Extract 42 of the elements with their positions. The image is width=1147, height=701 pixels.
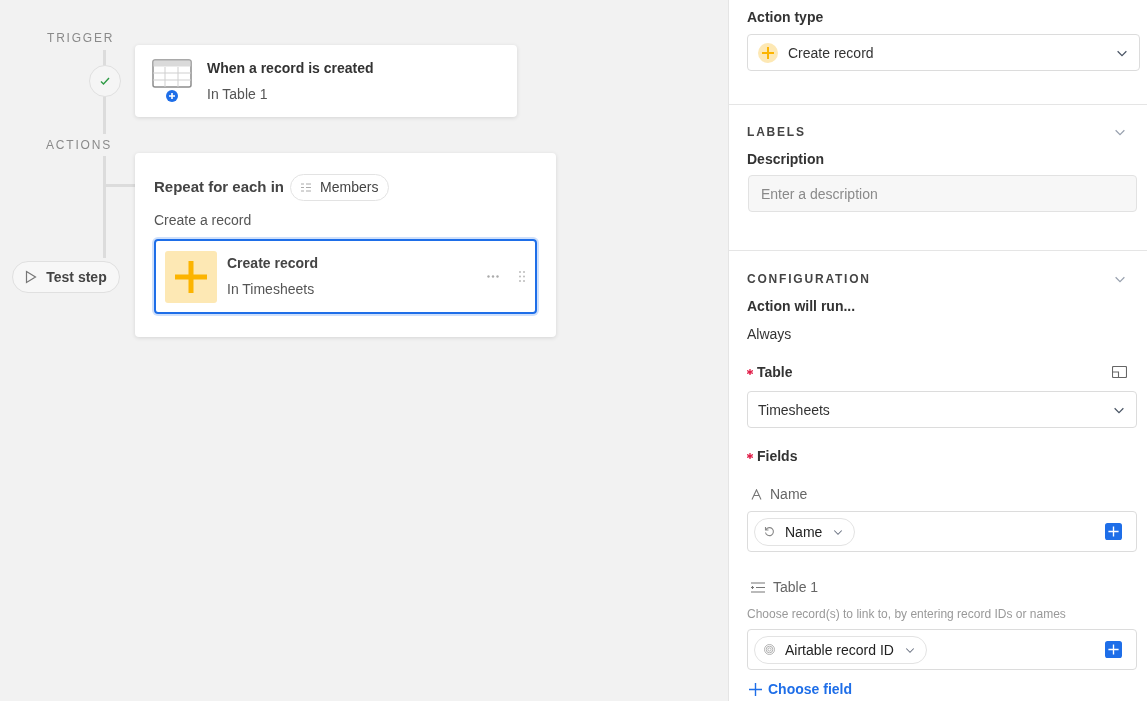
section-label: ACTIONS bbox=[46, 134, 112, 156]
plus-icon bbox=[758, 42, 778, 63]
expand-icon[interactable] bbox=[1112, 366, 1127, 378]
undo-icon bbox=[764, 526, 775, 537]
section-heading: LABELS bbox=[747, 124, 806, 141]
section-heading: CONFIGURATION bbox=[747, 271, 871, 288]
choose-field-link[interactable]: Choose field bbox=[747, 680, 852, 698]
plus-icon[interactable] bbox=[1105, 641, 1122, 658]
test-step-button[interactable]: Test step bbox=[12, 261, 120, 293]
step-subtitle: In Timesheets bbox=[227, 280, 316, 299]
table-select[interactable]: Timesheets bbox=[747, 391, 1137, 428]
field-name: Table 1 bbox=[773, 578, 819, 596]
group-subheading: Create a record bbox=[154, 211, 252, 230]
field-label: Action type bbox=[747, 8, 824, 26]
repeat-label: Repeat for each in bbox=[154, 177, 285, 198]
drag-handle-icon[interactable] bbox=[519, 271, 525, 282]
field-name: Name bbox=[770, 485, 808, 503]
field-label: Description bbox=[747, 150, 824, 168]
plus-icon bbox=[749, 682, 762, 696]
fingerprint-icon bbox=[764, 644, 775, 655]
run-condition: Always bbox=[747, 325, 792, 343]
token-input[interactable]: Name bbox=[747, 511, 1137, 552]
trigger-card[interactable]: When a record is created In Table 1 bbox=[135, 45, 517, 117]
field-label: Table bbox=[757, 363, 793, 381]
plus-icon bbox=[165, 250, 217, 303]
field-label: Fields bbox=[757, 447, 798, 465]
table-plus-icon bbox=[152, 59, 192, 103]
field-hint: Choose record(s) to link to, by entering record IDs or names bbox=[747, 606, 1066, 623]
token-input[interactable]: Airtable record ID bbox=[747, 629, 1137, 670]
trigger-title: When a record is created bbox=[207, 58, 374, 78]
description-input[interactable]: Enter a description bbox=[748, 175, 1137, 212]
step-title: Create record bbox=[227, 254, 320, 273]
trigger-subtitle: In Table 1 bbox=[207, 84, 269, 104]
action-step-card[interactable]: Create record In Timesheets bbox=[154, 239, 537, 314]
plus-icon[interactable] bbox=[1105, 523, 1122, 540]
play-icon bbox=[25, 270, 38, 284]
check-icon bbox=[99, 75, 111, 87]
text-field-icon bbox=[751, 488, 762, 500]
list-icon bbox=[301, 183, 312, 192]
action-type-select[interactable]: Create record bbox=[747, 34, 1140, 71]
field-label: Action will run... bbox=[747, 297, 856, 315]
linked-list-icon bbox=[751, 581, 765, 593]
